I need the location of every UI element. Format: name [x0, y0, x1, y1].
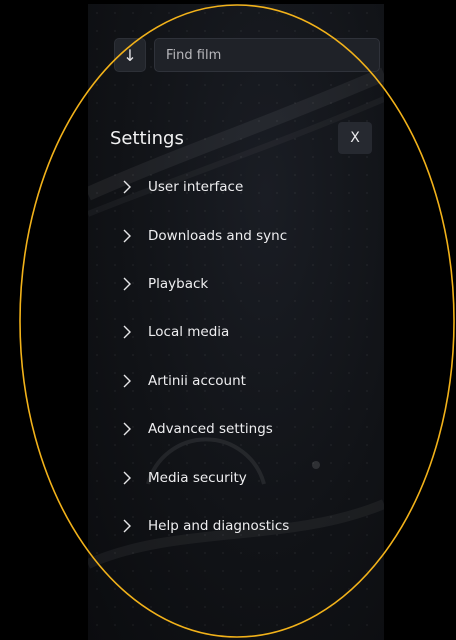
menu-item-label: Playback — [148, 275, 209, 292]
menu-item-label: Help and diagnostics — [148, 517, 290, 534]
chevron-right-icon — [123, 471, 131, 485]
menu-item-local-media[interactable]: Local media — [88, 308, 384, 356]
chevron-right-icon — [123, 422, 131, 436]
menu-item-label: Artinii account — [148, 372, 246, 389]
arrow-down-icon: ↓ — [123, 45, 137, 65]
close-button[interactable]: X — [338, 122, 372, 154]
menu-item-label: User interface — [148, 179, 244, 196]
search-input[interactable] — [154, 38, 380, 72]
chevron-right-icon — [123, 325, 131, 339]
menu-item-playback[interactable]: Playback — [88, 260, 384, 308]
menu-item-label: Advanced settings — [148, 421, 273, 438]
chevron-right-icon — [123, 229, 131, 243]
menu-item-label: Media security — [148, 469, 247, 486]
menu-item-advanced-settings[interactable]: Advanced settings — [88, 405, 384, 453]
chevron-right-icon — [123, 180, 131, 194]
menu-item-help-and-diagnostics[interactable]: Help and diagnostics — [88, 502, 384, 550]
menu-item-artinii-account[interactable]: Artinii account — [88, 357, 384, 405]
chevron-right-icon — [123, 374, 131, 388]
screen: ↓ Settings X User interface Downloads an… — [0, 0, 456, 640]
settings-title: Settings — [110, 128, 184, 149]
menu-item-label: Downloads and sync — [148, 227, 288, 244]
settings-menu: User interface Downloads and sync Playba… — [88, 163, 384, 550]
menu-item-downloads-and-sync[interactable]: Downloads and sync — [88, 211, 384, 259]
settings-panel: ↓ Settings X User interface Downloads an… — [88, 4, 384, 640]
sort-button[interactable]: ↓ — [114, 38, 146, 72]
close-label: X — [350, 130, 360, 146]
chevron-right-icon — [123, 519, 131, 533]
menu-item-user-interface[interactable]: User interface — [88, 163, 384, 211]
chevron-right-icon — [123, 277, 131, 291]
menu-item-label: Local media — [148, 324, 230, 341]
menu-item-media-security[interactable]: Media security — [88, 453, 384, 501]
